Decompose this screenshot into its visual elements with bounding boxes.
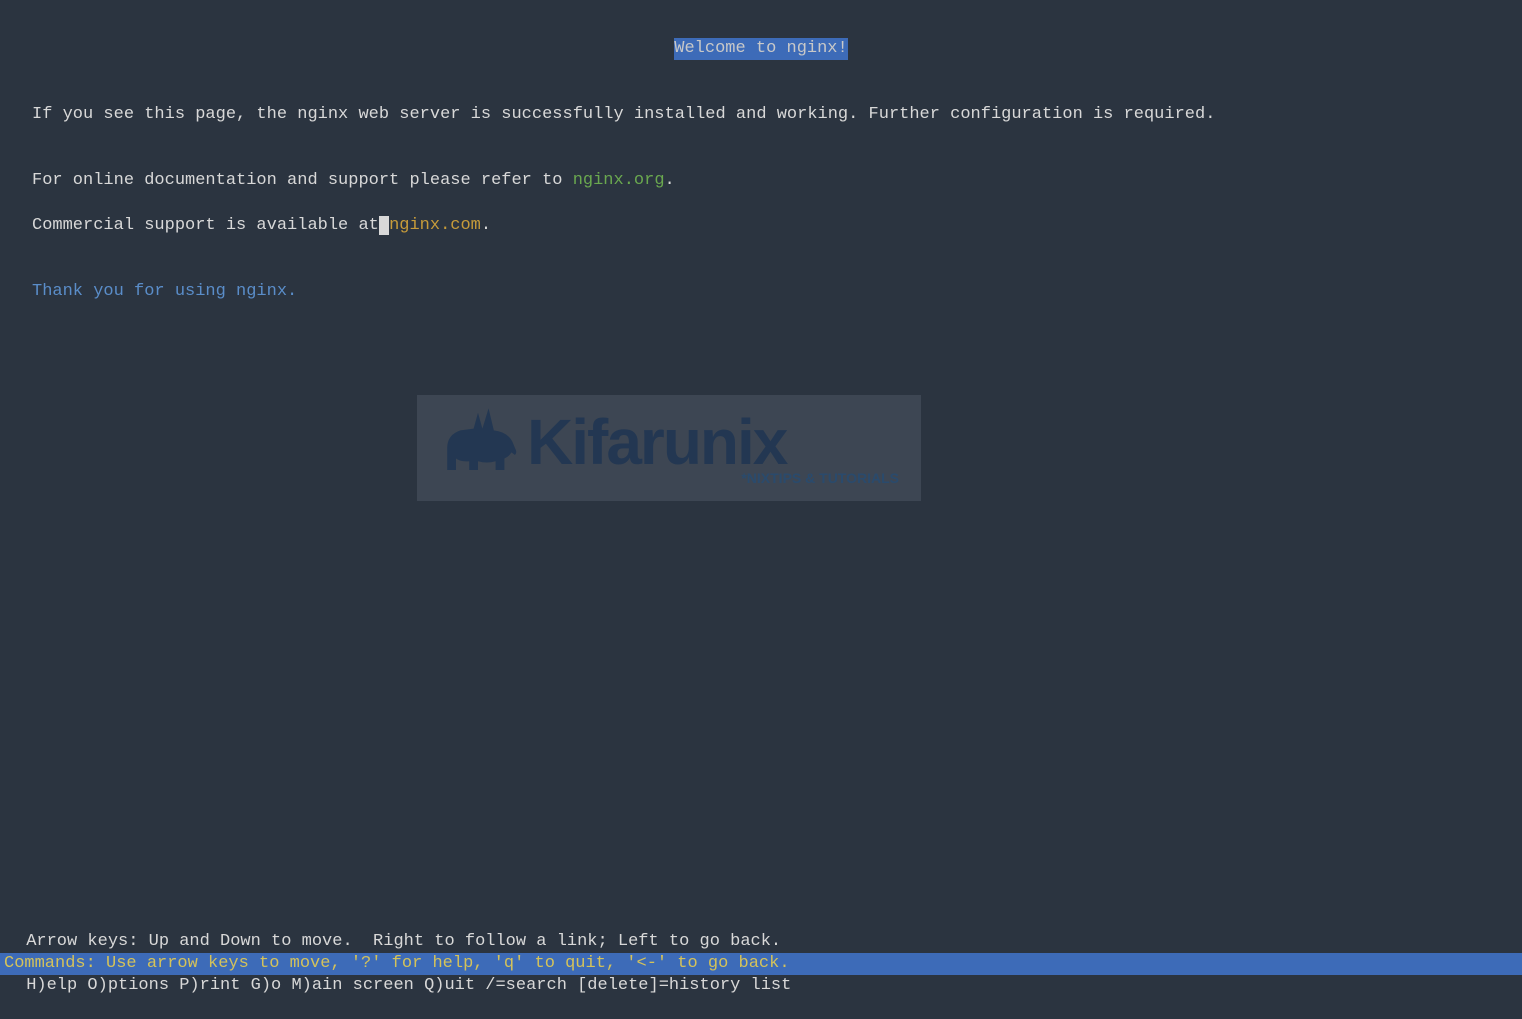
commercial-text-post: . [481, 216, 491, 235]
help-line-1: Arrow keys: Up and Down to move. Right t… [16, 931, 1506, 953]
nginx-org-link[interactable]: nginx.org [573, 171, 665, 190]
rhino-icon [433, 404, 523, 492]
thanks-line: Thank you for using nginx. [32, 281, 1490, 303]
commercial-text-pre: Commercial support is available at [32, 216, 379, 235]
help-line-2: H)elp O)ptions P)rint G)o M)ain screen Q… [16, 975, 1506, 997]
text-cursor [379, 216, 389, 235]
watermark-brand: Kifarunix [527, 410, 786, 474]
commercial-line: Commercial support is available at nginx… [32, 215, 1490, 237]
watermark-text: Kifarunix *NIXTIPS & TUTORIALS [523, 410, 905, 486]
doc-text-pre: For online documentation and support ple… [32, 171, 573, 190]
nginx-com-link[interactable]: nginx.com [389, 216, 481, 235]
watermark: Kifarunix *NIXTIPS & TUTORIALS [417, 395, 921, 501]
terminal-content: Welcome to nginx! If you see this page, … [0, 0, 1522, 341]
documentation-line: For online documentation and support ple… [32, 170, 1490, 192]
page-title: Welcome to nginx! [674, 38, 847, 60]
help-lines: Arrow keys: Up and Down to move. Right t… [0, 909, 1522, 1019]
doc-text-post: . [665, 171, 675, 190]
intro-paragraph: If you see this page, the nginx web serv… [32, 104, 1490, 126]
watermark-tagline: *NIXTIPS & TUTORIALS [741, 470, 899, 486]
title-wrapper: Welcome to nginx! [32, 38, 1490, 60]
